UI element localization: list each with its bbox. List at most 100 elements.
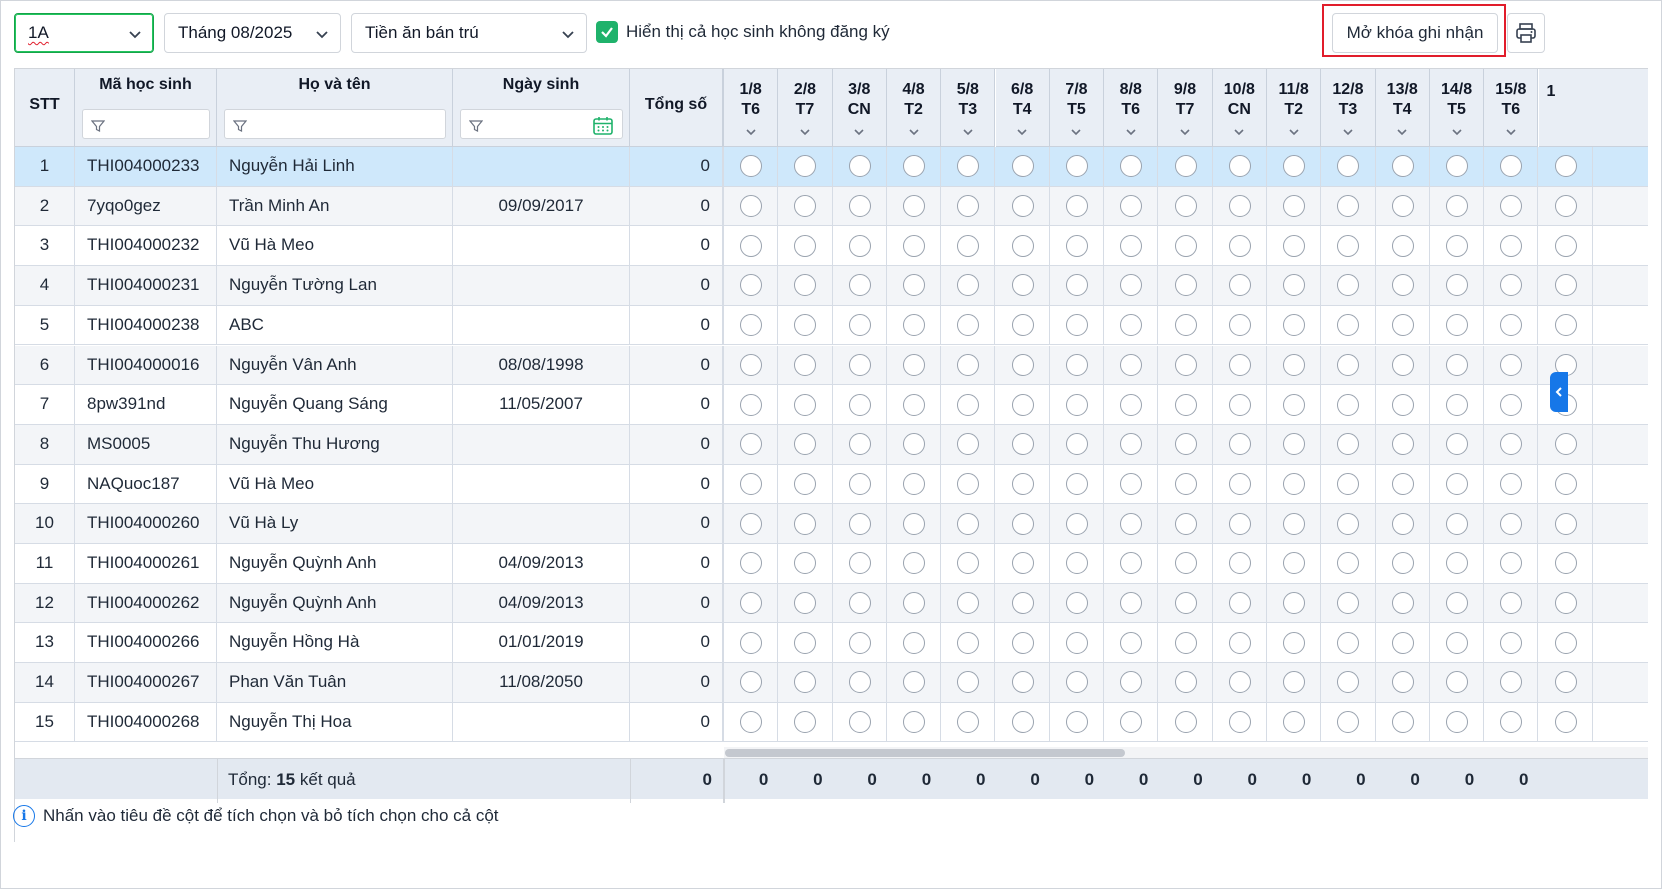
attendance-radio[interactable] [1174, 274, 1197, 297]
attendance-radio[interactable] [794, 592, 817, 615]
birth-date-filter-input[interactable] [460, 109, 623, 139]
attendance-radio[interactable] [794, 472, 817, 495]
attendance-radio[interactable] [794, 711, 817, 734]
attendance-radio[interactable] [740, 631, 763, 654]
attendance-radio[interactable] [794, 274, 817, 297]
attendance-radio[interactable] [1174, 353, 1197, 376]
header-day-13[interactable]: 13/8 T4 [1375, 69, 1430, 147]
attendance-radio[interactable] [1011, 631, 1034, 654]
attendance-radio[interactable] [1283, 234, 1306, 257]
attendance-radio[interactable] [1065, 274, 1088, 297]
attendance-radio[interactable] [1120, 552, 1143, 575]
attendance-radio[interactable] [903, 592, 926, 615]
attendance-radio[interactable] [1391, 711, 1414, 734]
attendance-radio[interactable] [1228, 592, 1251, 615]
attendance-radio[interactable] [957, 631, 980, 654]
attendance-radio[interactable] [1500, 552, 1523, 575]
attendance-radio[interactable] [1554, 155, 1577, 178]
attendance-radio[interactable] [1228, 472, 1251, 495]
attendance-radio[interactable] [1174, 314, 1197, 337]
attendance-radio[interactable] [1554, 552, 1577, 575]
attendance-radio[interactable] [740, 552, 763, 575]
attendance-radio[interactable] [1337, 472, 1360, 495]
attendance-radio[interactable] [1174, 552, 1197, 575]
attendance-radio[interactable] [1065, 393, 1088, 416]
attendance-radio[interactable] [1174, 711, 1197, 734]
table-row[interactable]: 5 THI004000238 ABC 0 [15, 305, 1648, 346]
attendance-radio[interactable] [903, 234, 926, 257]
attendance-radio[interactable] [1011, 314, 1034, 337]
month-select[interactable]: Tháng 08/2025 [164, 13, 341, 53]
table-row[interactable]: 11 THI004000261 Nguyễn Quỳnh Anh 04/09/2013… [15, 544, 1648, 584]
attendance-radio[interactable] [1174, 512, 1197, 535]
attendance-radio[interactable] [848, 274, 871, 297]
attendance-radio[interactable] [957, 592, 980, 615]
attendance-radio[interactable] [1391, 314, 1414, 337]
full-name-filter-input[interactable] [224, 109, 446, 139]
attendance-radio[interactable] [1120, 274, 1143, 297]
table-row[interactable]: 3 THI004000232 Vũ Hà Meo 0 [15, 226, 1648, 267]
attendance-radio[interactable] [1500, 592, 1523, 615]
attendance-radio[interactable] [1391, 353, 1414, 376]
attendance-radio[interactable] [1283, 711, 1306, 734]
attendance-radio[interactable] [1011, 155, 1034, 178]
attendance-radio[interactable] [957, 552, 980, 575]
attendance-radio[interactable] [1500, 433, 1523, 456]
header-day-7[interactable]: 7/8 T5 [1049, 69, 1105, 147]
attendance-radio[interactable] [1391, 592, 1414, 615]
attendance-radio[interactable] [1500, 393, 1523, 416]
table-row[interactable]: 1 THI004000233 Nguyễn Hải Linh 0 [15, 147, 1648, 187]
header-day-8[interactable]: 8/8 T6 [1104, 69, 1159, 147]
attendance-radio[interactable] [1120, 592, 1143, 615]
attendance-radio[interactable] [740, 155, 763, 178]
attendance-radio[interactable] [1120, 353, 1143, 376]
attendance-radio[interactable] [794, 393, 817, 416]
attendance-radio[interactable] [957, 512, 980, 535]
attendance-radio[interactable] [1011, 552, 1034, 575]
side-panel-toggle[interactable] [1550, 372, 1568, 412]
attendance-radio[interactable] [1283, 552, 1306, 575]
header-day-5[interactable]: 5/8 T3 [941, 69, 996, 147]
attendance-radio[interactable] [1174, 631, 1197, 654]
table-row[interactable]: 10 THI004000260 Vũ Hà Ly 0 [15, 504, 1648, 544]
attendance-radio[interactable] [740, 671, 763, 694]
attendance-radio[interactable] [1011, 671, 1034, 694]
attendance-radio[interactable] [1391, 631, 1414, 654]
attendance-radio[interactable] [1120, 472, 1143, 495]
attendance-radio[interactable] [1446, 631, 1469, 654]
table-row[interactable]: 8 MS0005 Nguyễn Thu Hương 0 [15, 424, 1648, 465]
attendance-radio[interactable] [1228, 631, 1251, 654]
attendance-radio[interactable] [903, 671, 926, 694]
attendance-radio[interactable] [1446, 155, 1469, 178]
attendance-radio[interactable] [1446, 393, 1469, 416]
attendance-radio[interactable] [1554, 671, 1577, 694]
attendance-radio[interactable] [848, 234, 871, 257]
attendance-radio[interactable] [1120, 512, 1143, 535]
attendance-radio[interactable] [794, 155, 817, 178]
attendance-radio[interactable] [1174, 671, 1197, 694]
attendance-radio[interactable] [1391, 274, 1414, 297]
show-unregistered-checkbox[interactable]: Hiển thị cả học sinh không đăng ký [596, 21, 890, 43]
table-row[interactable]: 13 THI004000266 Nguyễn Hồng Hà 01/01/2019 0 [15, 623, 1648, 664]
attendance-radio[interactable] [903, 314, 926, 337]
attendance-radio[interactable] [1500, 234, 1523, 257]
attendance-radio[interactable] [1120, 195, 1143, 218]
attendance-radio[interactable] [848, 671, 871, 694]
attendance-radio[interactable] [1446, 671, 1469, 694]
attendance-radio[interactable] [1065, 592, 1088, 615]
attendance-radio[interactable] [957, 274, 980, 297]
attendance-radio[interactable] [1391, 234, 1414, 257]
attendance-radio[interactable] [1283, 393, 1306, 416]
attendance-radio[interactable] [1337, 631, 1360, 654]
header-full-name[interactable]: Họ và tên [217, 69, 453, 147]
attendance-radio[interactable] [848, 472, 871, 495]
attendance-radio[interactable] [1283, 433, 1306, 456]
attendance-radio[interactable] [1174, 234, 1197, 257]
attendance-radio[interactable] [1391, 512, 1414, 535]
attendance-radio[interactable] [1446, 274, 1469, 297]
attendance-radio[interactable] [1228, 234, 1251, 257]
attendance-radio[interactable] [1337, 711, 1360, 734]
attendance-radio[interactable] [903, 631, 926, 654]
table-row[interactable]: 6 THI004000016 Nguyễn Vân Anh 08/08/1998 0 [15, 345, 1648, 386]
attendance-radio[interactable] [1337, 393, 1360, 416]
